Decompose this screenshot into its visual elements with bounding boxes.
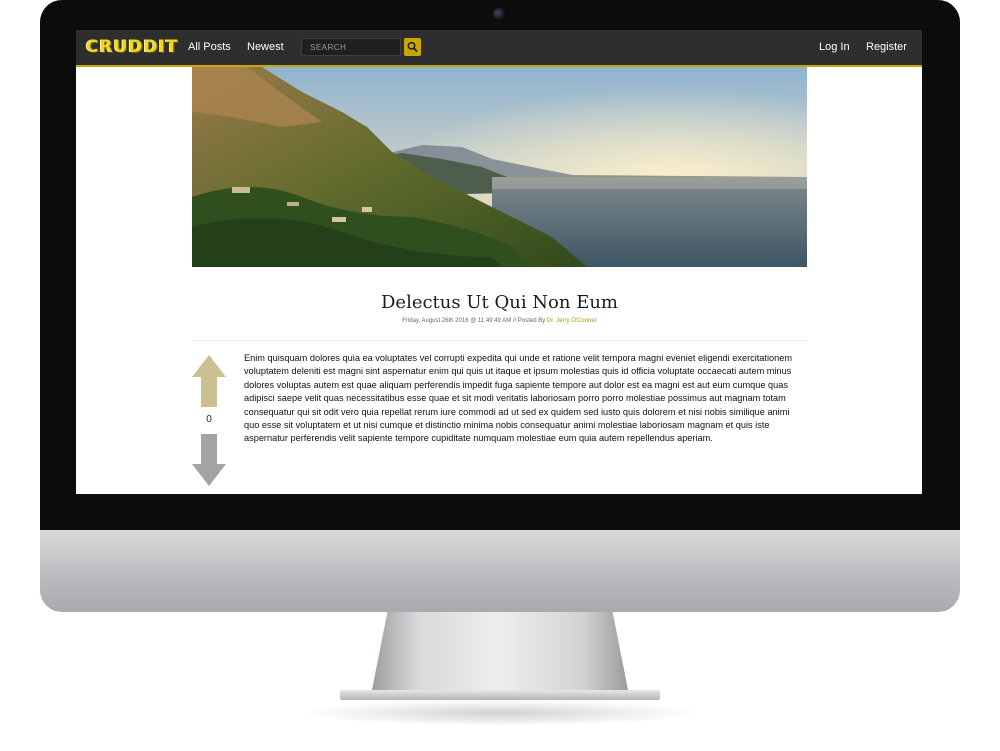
search-icon	[407, 41, 418, 52]
vote-count: 0	[206, 414, 212, 425]
login-link[interactable]: Log In	[819, 41, 850, 53]
screen: CRUDDIT All Posts Newest Log In Register	[76, 30, 922, 494]
navbar: CRUDDIT All Posts Newest Log In Register	[76, 30, 922, 67]
post-hero-image	[192, 67, 807, 267]
nav-newest[interactable]: Newest	[247, 41, 284, 53]
post-meta-separator: // Posted By	[511, 318, 547, 324]
register-link[interactable]: Register	[866, 41, 907, 53]
monitor-stand	[372, 612, 628, 690]
search-button[interactable]	[404, 38, 421, 56]
monitor-chin	[40, 530, 960, 612]
arrow-down-icon	[192, 434, 226, 486]
camera-icon	[493, 8, 505, 20]
nav-all-posts[interactable]: All Posts	[188, 41, 231, 53]
site-logo[interactable]: CRUDDIT	[86, 37, 179, 57]
divider	[192, 340, 807, 341]
arrow-up-icon	[192, 355, 226, 407]
downvote-button[interactable]	[192, 434, 226, 486]
post-title: Delectus Ut Qui Non Eum	[380, 292, 618, 313]
post-meta: Friday, August 26th 2016 @ 11:49:49 AM /…	[192, 318, 807, 324]
post-body: Enim quisquam dolores quia ea voluptates…	[244, 353, 792, 444]
post-author-link[interactable]: Dr. Jerry O'Conner	[547, 318, 597, 324]
upvote-button[interactable]	[192, 355, 226, 407]
post-date: Friday, August 26th 2016 @ 11:49:49 AM	[402, 318, 512, 324]
monitor-stand-base	[340, 690, 660, 700]
search-input[interactable]	[301, 38, 401, 56]
stand-shadow	[300, 700, 700, 726]
